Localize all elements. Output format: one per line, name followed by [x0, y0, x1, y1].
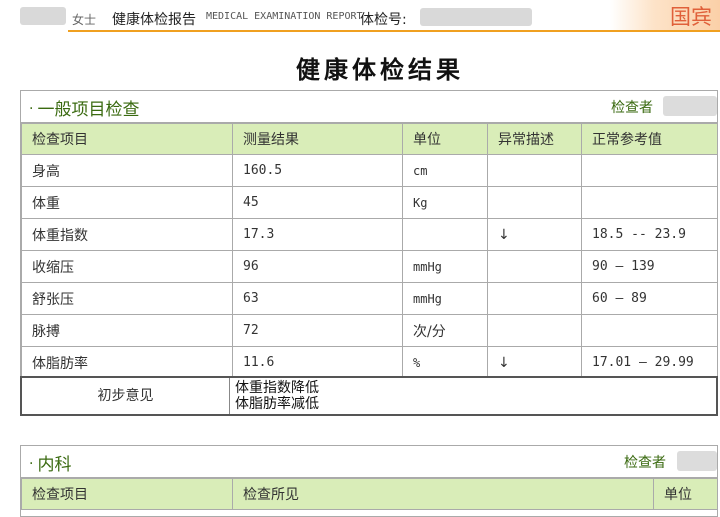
row-unit: mmHg	[402, 250, 488, 283]
col-result: 测量结果	[232, 123, 403, 155]
general-exam-title: · 一般项目检查	[29, 95, 139, 120]
row-item: 收缩压	[21, 250, 233, 283]
name-redacted	[20, 7, 66, 25]
exam-no-label: 体检号:	[360, 12, 407, 28]
row-result: 11.6	[232, 346, 403, 379]
row-unit: cm	[402, 154, 488, 187]
row-ref	[581, 154, 718, 187]
table-row: 收缩压 96 mmHg 90 — 139	[21, 250, 718, 283]
internal-medicine-header: · 内科 检查者	[21, 446, 717, 478]
row-result: 160.5	[232, 154, 403, 187]
opinion-line: 体脂肪率减低	[235, 396, 319, 412]
table-row: 舒张压 63 mmHg 60 — 89	[21, 282, 718, 315]
bullet-icon: ·	[29, 456, 34, 472]
row-ref: 90 — 139	[581, 250, 718, 283]
brand-logo: 国宾	[610, 0, 720, 30]
table-row: 体重 45 Kg	[21, 186, 718, 219]
preliminary-opinion: 初步意见 体重指数降低 体脂肪率减低	[20, 376, 718, 416]
col-unit: 单位	[402, 123, 488, 155]
internal-medicine-section: · 内科 检查者 检查项目 检查所见 单位	[20, 445, 718, 517]
opinion-line: 体重指数降低	[235, 380, 319, 396]
row-ref: 17.01 — 29.99	[581, 346, 718, 379]
examiner-label: 检查者	[624, 455, 666, 471]
row-result: 63	[232, 282, 403, 315]
row-result: 45	[232, 186, 403, 219]
table-row: 体重指数 17.3 ↓ 18.5 -- 23.9	[21, 218, 718, 251]
col-abnormal: 异常描述	[487, 123, 582, 155]
general-exam-title-text: 一般项目检查	[37, 100, 140, 120]
exam-no-redacted	[420, 8, 532, 26]
report-title-en: MEDICAL EXAMINATION REPORT	[206, 11, 363, 22]
general-exam-table: 检查项目 测量结果 单位 异常描述 正常参考值 身高 160.5 cm 体重 4…	[21, 123, 718, 379]
row-unit: %	[402, 346, 488, 379]
row-result: 96	[232, 250, 403, 283]
general-exam-section: · 一般项目检查 检查者 检查项目 测量结果 单位 异常描述 正常参考值 身高 1…	[20, 90, 718, 380]
report-header: 女士 健康体检报告 MEDICAL EXAMINATION REPORT 体检号…	[0, 0, 720, 34]
table-row: 体脂肪率 11.6 % ↓ 17.01 — 29.99	[21, 346, 718, 379]
row-result: 17.3	[232, 218, 403, 251]
opinion-text: 体重指数降低 体脂肪率减低	[235, 380, 319, 412]
down-arrow-icon: ↓	[487, 346, 582, 379]
row-flag	[487, 250, 582, 283]
col-item: 检查项目	[21, 123, 233, 155]
table-row: 脉搏 72 次/分	[21, 314, 718, 347]
row-ref	[581, 186, 718, 219]
examiner-redacted	[663, 96, 717, 116]
row-flag	[487, 154, 582, 187]
row-ref: 60 — 89	[581, 282, 718, 315]
row-flag	[487, 282, 582, 315]
row-item: 舒张压	[21, 282, 233, 315]
row-unit: 次/分	[402, 314, 488, 347]
internal-medicine-title: · 内科	[29, 450, 71, 475]
row-item: 体脂肪率	[21, 346, 233, 379]
down-arrow-icon: ↓	[487, 218, 582, 251]
row-item: 身高	[21, 154, 233, 187]
row-ref: 18.5 -- 23.9	[581, 218, 718, 251]
internal-medicine-table: 检查项目 检查所见 单位	[21, 478, 718, 510]
table-row: 身高 160.5 cm	[21, 154, 718, 187]
internal-medicine-title-text: 内科	[37, 455, 72, 475]
examiner-redacted	[677, 451, 717, 471]
row-flag	[487, 314, 582, 347]
row-result: 72	[232, 314, 403, 347]
row-unit	[402, 218, 488, 251]
row-item: 体重	[21, 186, 233, 219]
bullet-icon: ·	[29, 101, 34, 117]
general-exam-header: · 一般项目检查 检查者	[21, 91, 717, 123]
patient-gender: 女士	[72, 13, 97, 27]
brand-logo-text: 国宾	[670, 5, 712, 29]
col-reference: 正常参考值	[581, 123, 718, 155]
report-title: 健康体检报告	[112, 12, 196, 28]
row-flag	[487, 186, 582, 219]
table-header-row: 检查项目 测量结果 单位 异常描述 正常参考值	[21, 123, 718, 155]
examiner-label: 检查者	[611, 100, 653, 116]
page-title: 健康体检结果	[296, 55, 464, 84]
header-divider	[68, 30, 720, 32]
row-unit: Kg	[402, 186, 488, 219]
opinion-label: 初步意见	[22, 378, 230, 414]
row-ref	[581, 314, 718, 347]
row-item: 脉搏	[21, 314, 233, 347]
row-item: 体重指数	[21, 218, 233, 251]
row-unit: mmHg	[402, 282, 488, 315]
